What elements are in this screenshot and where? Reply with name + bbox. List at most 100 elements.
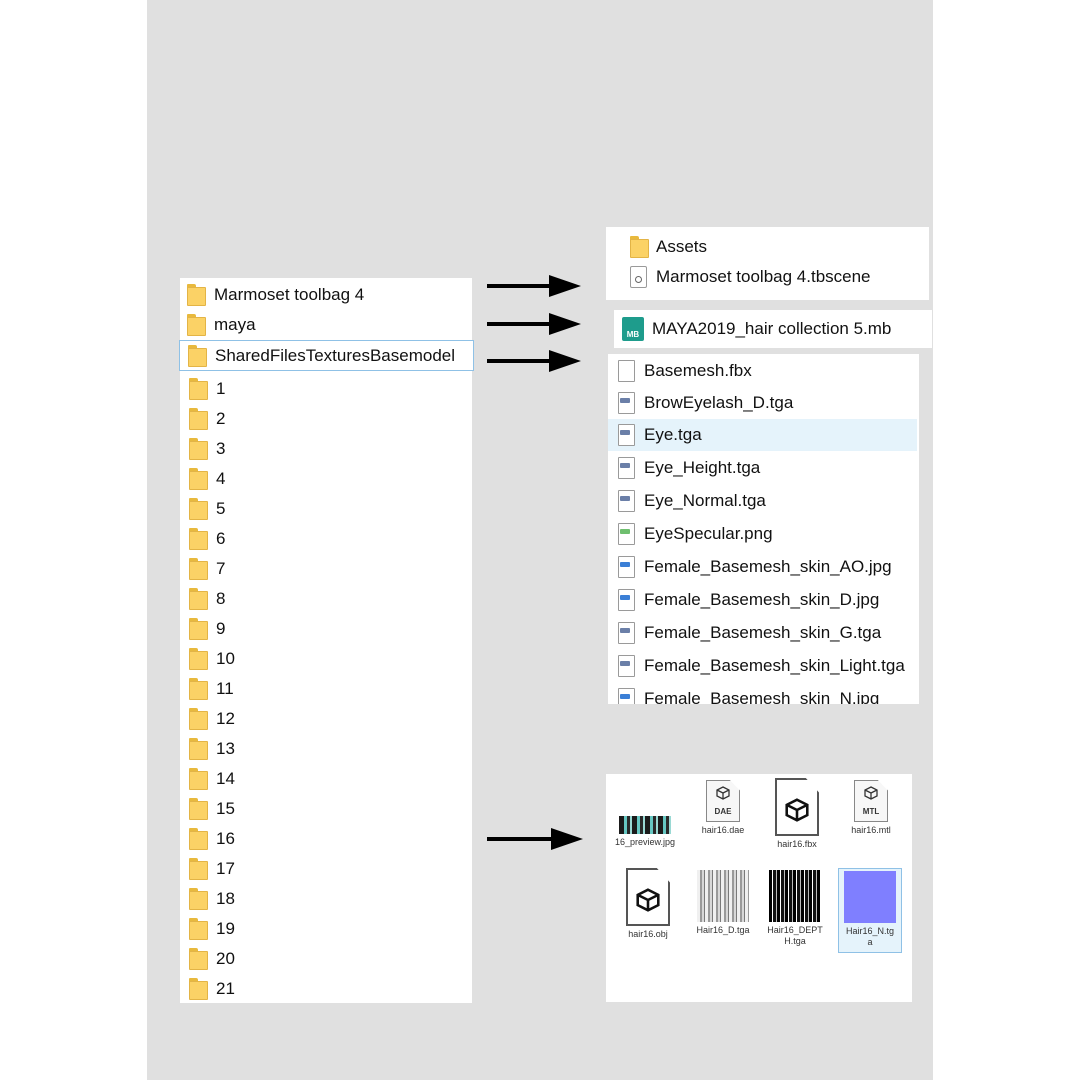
- thumb-item[interactable]: hair16.obj: [617, 868, 679, 940]
- folder-item-14[interactable]: 14: [180, 764, 472, 794]
- thumb-item[interactable]: hair16.fbx: [766, 778, 828, 850]
- cube-icon: [785, 798, 809, 822]
- tga-file-icon: [618, 490, 635, 512]
- folder-icon: [630, 236, 649, 258]
- folder-icon: [189, 438, 208, 460]
- file-label: Eye_Normal.tga: [644, 491, 766, 510]
- folder-label: 20: [216, 949, 235, 968]
- thumb-item[interactable]: Hair16_DEPTH.tga: [764, 870, 826, 947]
- file-label: Female_Basemesh_skin_D.jpg: [644, 590, 880, 609]
- folder-item-16[interactable]: 16: [180, 824, 472, 854]
- file-item-selected[interactable]: Eye.tga: [608, 419, 917, 451]
- folder-icon: [189, 468, 208, 490]
- file-item-maya-mb[interactable]: MB MAYA2019_hair collection 5.mb: [614, 313, 932, 345]
- folder-item-8[interactable]: 8: [180, 584, 472, 614]
- file-item[interactable]: EyeSpecular.png: [608, 518, 919, 550]
- arrow-maya: [487, 313, 581, 335]
- thumb-item-selected[interactable]: Hair16_N.tga: [838, 868, 902, 953]
- cube-icon: [716, 786, 730, 800]
- dae-file-icon: DAE: [706, 780, 740, 822]
- file-label: Female_Basemesh_skin_AO.jpg: [644, 557, 892, 576]
- folder-icon: [189, 498, 208, 520]
- file-label: Female_Basemesh_skin_Light.tga: [644, 656, 905, 675]
- folder-label: maya: [214, 315, 256, 334]
- file-item-tbscene[interactable]: Marmoset toolbag 4.tbscene: [606, 262, 929, 292]
- mtl-badge: MTL: [862, 807, 880, 816]
- folder-item-sharedfiles[interactable]: SharedFilesTexturesBasemodel: [179, 340, 474, 371]
- file-item[interactable]: Female_Basemesh_skin_G.tga: [608, 617, 919, 649]
- folder-label: 9: [216, 619, 226, 638]
- folder-item-3[interactable]: 3: [180, 434, 472, 464]
- tga-file-icon: [618, 424, 635, 446]
- folder-icon: [189, 918, 208, 940]
- thumb-caption: hair16.obj: [628, 929, 668, 939]
- folder-icon: [189, 618, 208, 640]
- folder-icon: [189, 588, 208, 610]
- file-label: BrowEyelash_D.tga: [644, 393, 794, 412]
- folder-item-13[interactable]: 13: [180, 734, 472, 764]
- file-item[interactable]: Basemesh.fbx: [608, 355, 919, 386]
- folder-item-20[interactable]: 20: [180, 944, 472, 974]
- maya-badge: MB: [626, 330, 640, 339]
- folder-item-9[interactable]: 9: [180, 614, 472, 644]
- folder-icon: [189, 798, 208, 820]
- folder-label: 1: [216, 379, 226, 398]
- folder-icon: [189, 978, 208, 1000]
- file-label: Basemesh.fbx: [644, 360, 752, 380]
- thumb-caption: Hair16_N.tga: [845, 926, 895, 947]
- file-item[interactable]: Female_Basemesh_skin_N.jpg: [608, 683, 919, 704]
- folder-item-1[interactable]: 1: [180, 374, 472, 404]
- file-item[interactable]: Female_Basemesh_skin_Light.tga: [608, 650, 919, 682]
- folder-icon: [189, 828, 208, 850]
- file-label: Eye.tga: [644, 425, 702, 444]
- file-item[interactable]: Female_Basemesh_skin_AO.jpg: [608, 551, 919, 583]
- folder-icon: [189, 648, 208, 670]
- folder-item-11[interactable]: 11: [180, 674, 472, 704]
- maya-folder-panel: MB MAYA2019_hair collection 5.mb: [614, 310, 932, 348]
- folder-item-6[interactable]: 6: [180, 524, 472, 554]
- folder-item-maya[interactable]: maya: [180, 310, 472, 340]
- folder-icon: [189, 768, 208, 790]
- file-item[interactable]: Female_Basemesh_skin_D.jpg: [608, 584, 919, 616]
- folder-item-2[interactable]: 2: [180, 404, 472, 434]
- folder-item-17[interactable]: 17: [180, 854, 472, 884]
- folder-item-21[interactable]: 21: [180, 974, 472, 1004]
- folder-item-4[interactable]: 4: [180, 464, 472, 494]
- folder-label: 14: [216, 769, 235, 788]
- folder-icon: [189, 858, 208, 880]
- folder-item-7[interactable]: 7: [180, 554, 472, 584]
- obj-cube-icon: [626, 868, 670, 926]
- left-folder-panel: Marmoset toolbag 4 maya SharedFilesTextu…: [179, 278, 474, 1004]
- folder-item-19[interactable]: 19: [180, 914, 472, 944]
- file-item[interactable]: BrowEyelash_D.tga: [608, 387, 919, 419]
- folder-label: 6: [216, 529, 226, 548]
- folder-label: 13: [216, 739, 235, 758]
- folder-item-18[interactable]: 18: [180, 884, 472, 914]
- thumb-caption: hair16.mtl: [851, 825, 891, 835]
- folder-icon: [187, 314, 206, 336]
- thumb-item[interactable]: 16_preview.jpg: [614, 816, 676, 848]
- thumb-caption: hair16.fbx: [777, 839, 817, 849]
- file-item[interactable]: Eye_Height.tga: [608, 452, 919, 484]
- folder-label: 10: [216, 649, 235, 668]
- file-item-assets[interactable]: Assets: [606, 232, 929, 262]
- folder-item-5[interactable]: 5: [180, 494, 472, 524]
- arrow-sharedfiles: [487, 350, 581, 372]
- arrow-marmoset: [487, 275, 581, 297]
- folder-item-marmoset[interactable]: Marmoset toolbag 4: [180, 280, 472, 310]
- folder-label: 15: [216, 799, 235, 818]
- thumb-item[interactable]: DAE hair16.dae: [692, 780, 754, 836]
- folder-item-12[interactable]: 12: [180, 704, 472, 734]
- folder-item-10[interactable]: 10: [180, 644, 472, 674]
- folder-item-15[interactable]: 15: [180, 794, 472, 824]
- folder-label: SharedFilesTexturesBasemodel: [215, 345, 456, 365]
- folder-icon: [189, 528, 208, 550]
- thumb-item[interactable]: MTL hair16.mtl: [840, 780, 902, 836]
- folder-label: 8: [216, 589, 226, 608]
- thumb-item[interactable]: Hair16_D.tga: [692, 870, 754, 936]
- thumb-caption: 16_preview.jpg: [614, 837, 676, 847]
- hair-depth-thumbnail: [769, 870, 821, 922]
- file-label: MAYA2019_hair collection 5.mb: [652, 319, 892, 338]
- file-item[interactable]: Eye_Normal.tga: [608, 485, 919, 517]
- dae-badge: DAE: [714, 807, 732, 816]
